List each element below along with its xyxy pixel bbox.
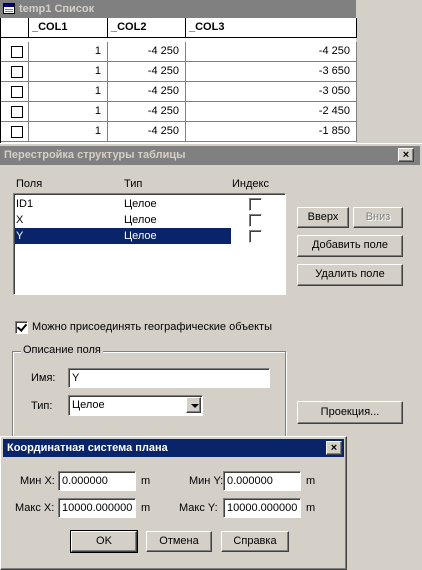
row-selector[interactable] (1, 122, 29, 142)
browser-window: temp1 Список _COL1 _COL2 _COL3 1 -4 250 … (0, 0, 357, 148)
index-checkbox[interactable] (249, 230, 262, 243)
delete-field-button[interactable]: Удалить поле (297, 264, 403, 286)
row-selector[interactable] (1, 62, 29, 82)
type-column-header: Тип (124, 178, 143, 190)
field-name: Y (16, 230, 24, 242)
list-item[interactable]: Y Целое (14, 228, 282, 244)
min-x-input[interactable]: 0.000000 (58, 471, 136, 491)
cell-col1[interactable]: 1 (29, 62, 108, 82)
column-header-col1[interactable]: _COL1 (29, 18, 108, 38)
max-x-unit: m (141, 502, 151, 514)
coordinate-system-dialog: Координатная система плана × Мин X: 0.00… (0, 436, 347, 570)
cell-col1[interactable]: 1 (29, 42, 108, 62)
index-column-header: Индекс (232, 178, 269, 190)
cell-col3[interactable]: -3 050 (186, 82, 357, 102)
field-row-highlight (15, 228, 231, 244)
field-type: Целое (124, 214, 157, 226)
name-label: Имя: (31, 372, 56, 384)
max-x-label: Макс X: (15, 502, 55, 514)
min-y-unit: m (306, 475, 316, 487)
index-checkbox[interactable] (249, 214, 262, 227)
max-y-unit: m (306, 502, 316, 514)
field-row-highlight (15, 212, 231, 228)
chevron-down-icon[interactable] (186, 397, 201, 413)
max-x-input[interactable]: 10000.000000 (58, 498, 136, 518)
table-row[interactable]: 1 -4 250 -4 250 (1, 42, 357, 62)
cancel-button[interactable]: Отмена (146, 531, 212, 552)
attach-geo-label: Можно присоединять географические объект… (32, 321, 272, 333)
coord-dialog-title-bar[interactable]: Координатная система плана (3, 439, 344, 457)
field-type: Целое (124, 198, 157, 210)
field-description-title: Описание поля (21, 344, 103, 356)
field-row-highlight (15, 196, 231, 212)
projection-button[interactable]: Проекция... (297, 401, 403, 424)
modify-dialog-title-bar[interactable]: Перестройка структуры таблицы (0, 146, 420, 165)
row-select-checkbox[interactable] (11, 46, 23, 58)
table-row[interactable]: 1 -4 250 -1 850 (1, 122, 357, 142)
grid-corner (1, 18, 29, 38)
field-type-select[interactable]: Целое (68, 395, 203, 416)
field-name: X (16, 214, 24, 226)
attach-geo-checkbox[interactable] (15, 321, 28, 334)
type-label: Тип: (31, 400, 53, 412)
min-y-label: Мин Y: (189, 475, 224, 487)
row-select-checkbox[interactable] (11, 66, 23, 78)
grid-header-row: _COL1 _COL2 _COL3 (1, 18, 357, 38)
list-item[interactable]: ID1 Целое (14, 196, 282, 212)
field-name: ID1 (16, 198, 34, 210)
field-type: Целое (124, 230, 157, 242)
ok-button[interactable]: OK (70, 530, 138, 553)
cell-col3[interactable]: -1 850 (186, 122, 357, 142)
add-field-button[interactable]: Добавить поле (297, 235, 403, 257)
move-down-button[interactable]: Вниз (353, 207, 403, 228)
index-checkbox[interactable] (249, 198, 262, 211)
row-selector[interactable] (1, 82, 29, 102)
help-button[interactable]: Справка (221, 531, 289, 552)
move-up-button[interactable]: Вверх (297, 207, 349, 228)
table-row[interactable]: 1 -4 250 -3 650 (1, 62, 357, 82)
cell-col1[interactable]: 1 (29, 82, 108, 102)
field-name-input[interactable]: Y (68, 368, 270, 388)
row-select-checkbox[interactable] (11, 126, 23, 138)
cell-col1[interactable]: 1 (29, 122, 108, 142)
cell-col2[interactable]: -4 250 (108, 62, 186, 82)
cell-col2[interactable]: -4 250 (108, 82, 186, 102)
close-icon[interactable]: × (398, 148, 414, 162)
table-row[interactable]: 1 -4 250 -3 050 (1, 82, 357, 102)
cell-col3[interactable]: -2 450 (186, 102, 357, 122)
column-header-col2[interactable]: _COL2 (108, 18, 186, 38)
modify-dialog-title: Перестройка структуры таблицы (4, 149, 186, 161)
table-row[interactable]: 1 -4 250 -2 450 (1, 102, 357, 122)
field-type-value: Целое (72, 399, 105, 411)
row-selector[interactable] (1, 42, 29, 62)
coord-dialog-title: Координатная система плана (7, 442, 168, 454)
cell-col2[interactable]: -4 250 (108, 102, 186, 122)
list-item[interactable]: X Целое (14, 212, 282, 228)
min-x-unit: m (141, 475, 151, 487)
min-y-input[interactable]: 0.000000 (223, 471, 301, 491)
max-y-label: Макс Y: (179, 502, 218, 514)
cell-col3[interactable]: -3 650 (186, 62, 357, 82)
browser-grid: _COL1 _COL2 _COL3 1 -4 250 -4 250 1 -4 2… (0, 18, 357, 148)
fields-list[interactable]: ID1 Целое X Целое Y Целое (13, 193, 286, 295)
close-icon[interactable]: × (326, 441, 342, 455)
min-x-label: Мин X: (20, 475, 55, 487)
row-select-checkbox[interactable] (11, 86, 23, 98)
column-header-col3[interactable]: _COL3 (186, 18, 357, 38)
row-selector[interactable] (1, 102, 29, 122)
browser-title: temp1 Список (19, 3, 95, 15)
cell-col3[interactable]: -4 250 (186, 42, 357, 62)
table-window-icon (3, 3, 15, 14)
row-select-checkbox[interactable] (11, 106, 23, 118)
fields-column-header: Поля (16, 178, 43, 190)
browser-title-bar[interactable]: temp1 Список (0, 0, 356, 18)
max-y-input[interactable]: 10000.000000 (223, 498, 301, 518)
cell-col2[interactable]: -4 250 (108, 42, 186, 62)
cell-col1[interactable]: 1 (29, 102, 108, 122)
cell-col2[interactable]: -4 250 (108, 122, 186, 142)
